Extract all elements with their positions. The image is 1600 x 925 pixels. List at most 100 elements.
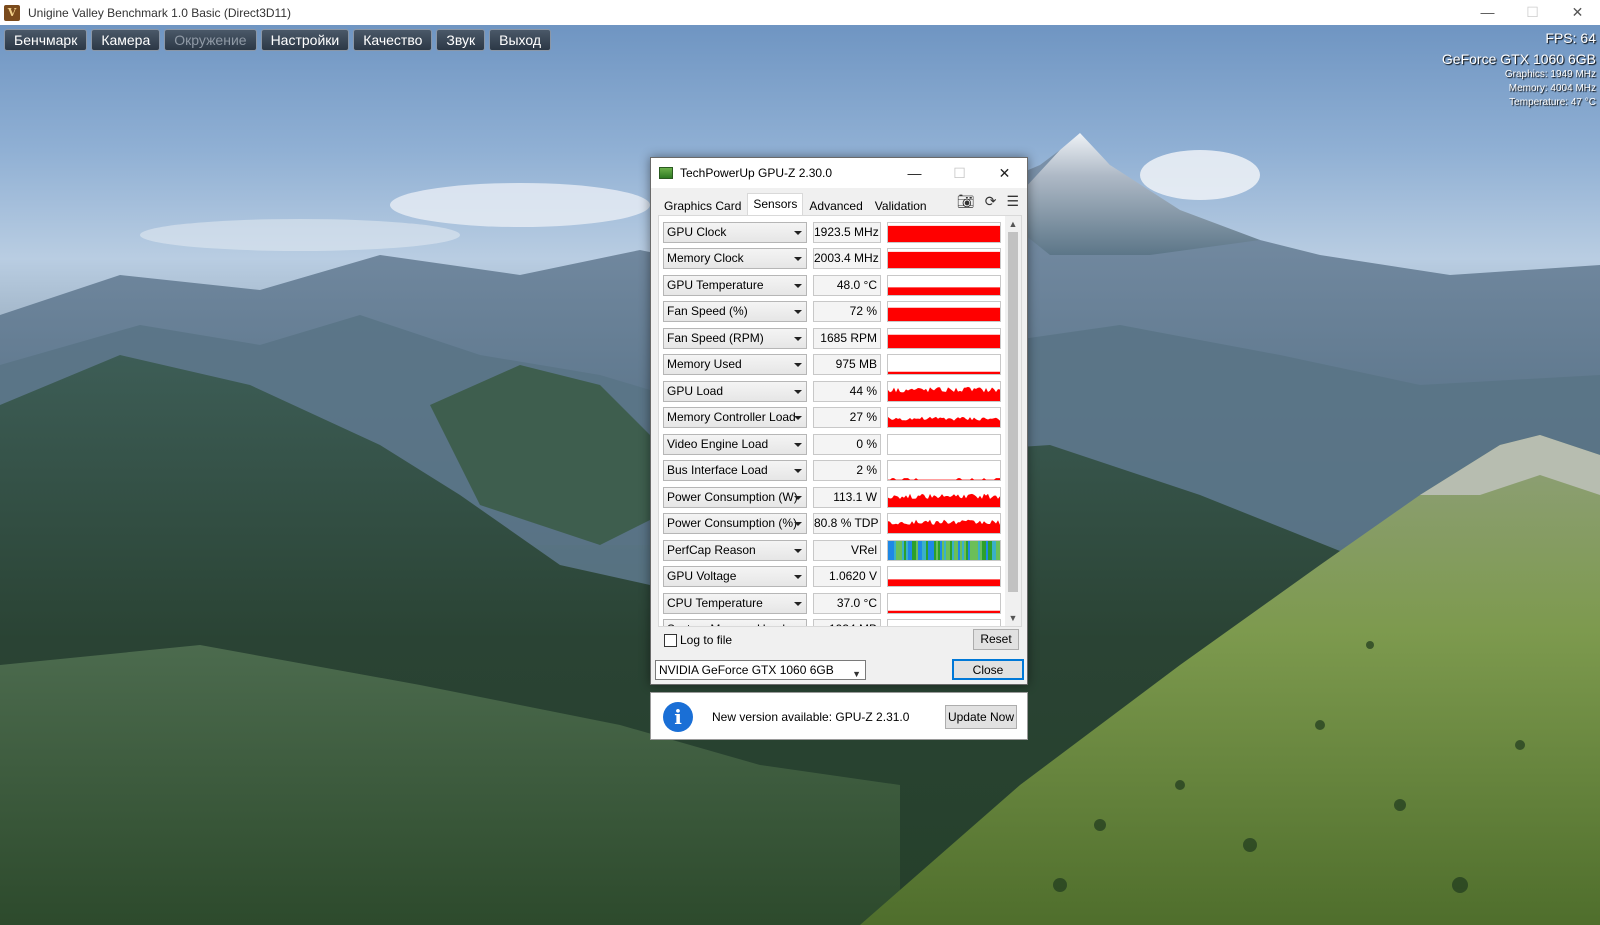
update-now-button[interactable]: Update Now [945, 705, 1017, 729]
perfcap-bar [898, 540, 900, 560]
tab-graphics-card[interactable]: Graphics Card [658, 196, 747, 215]
sensor-graph-plot [888, 252, 1000, 269]
sensor-name-select[interactable]: PerfCap Reason [663, 539, 807, 561]
sensor-graph-plot [888, 287, 1000, 295]
menu-benchmark-button[interactable]: Бенчмарк [4, 29, 88, 51]
scroll-thumb[interactable] [1008, 232, 1018, 592]
reset-button[interactable]: Reset [973, 629, 1019, 650]
perfcap-bar [970, 540, 972, 560]
sensor-name-select[interactable]: Power Consumption (W) [663, 486, 807, 508]
minimize-button[interactable]: — [1465, 0, 1510, 25]
gpuz-close-button[interactable]: ✕ [982, 158, 1027, 188]
close-dialog-button[interactable]: Close [952, 659, 1024, 680]
sensor-graph [887, 486, 1001, 508]
sensor-graph [887, 301, 1001, 323]
sensor-value: 1.0620 V [813, 566, 881, 588]
sensor-name-select[interactable]: Memory Used [663, 354, 807, 376]
app-title-bar: V Unigine Valley Benchmark 1.0 Basic (Di… [0, 0, 1600, 25]
perfcap-bar [902, 540, 904, 560]
sensor-name-select[interactable]: GPU Temperature [663, 274, 807, 296]
sensor-graph-area [888, 416, 1000, 428]
sensor-value: 0 % [813, 433, 881, 455]
sensor-graph [887, 274, 1001, 296]
perfcap-bar [934, 540, 936, 560]
perfcap-bar [892, 540, 894, 560]
sensor-name-select[interactable]: Memory Controller Load [663, 407, 807, 429]
device-select-value: NVIDIA GeForce GTX 1060 6GB [659, 663, 834, 677]
app-window-title: Unigine Valley Benchmark 1.0 Basic (Dire… [28, 5, 291, 20]
sensor-value: 1934 MB [813, 619, 881, 626]
refresh-icon[interactable]: ⟳ [985, 193, 997, 210]
sensor-name-select[interactable]: Memory Clock [663, 248, 807, 270]
sensor-row: Fan Speed (%) 72 % [663, 299, 1001, 326]
sensor-graph [887, 433, 1001, 455]
menu-settings-button[interactable]: Настройки [260, 29, 350, 51]
perfcap-bar [906, 540, 908, 560]
perfcap-bar [940, 540, 942, 560]
menu-exit-button[interactable]: Выход [489, 29, 552, 51]
sensor-name-select[interactable]: Fan Speed (RPM) [663, 327, 807, 349]
sensor-graph-plot [888, 610, 1000, 613]
sensor-name-select[interactable]: GPU Voltage [663, 566, 807, 588]
menu-environment-button: Окружение [164, 29, 257, 51]
sensor-name: Power Consumption (%) [667, 516, 798, 531]
sensor-name: GPU Clock [667, 224, 727, 239]
sensor-name-select[interactable]: GPU Load [663, 380, 807, 402]
perfcap-bar [924, 540, 926, 560]
dropdown-arrow-icon [794, 601, 802, 606]
menu-camera-button[interactable]: Камера [91, 29, 161, 51]
sensor-row: System Memory Used 1934 MB [663, 617, 1001, 626]
scroll-down-icon[interactable]: ▼ [1005, 610, 1021, 626]
sensor-graph-area [888, 520, 1000, 534]
tab-sensors[interactable]: Sensors [747, 193, 804, 215]
perfcap-bar [952, 540, 954, 560]
update-notification: i New version available: GPU-Z 2.31.0 Up… [650, 692, 1028, 740]
dropdown-arrow-icon [794, 416, 802, 421]
menu-icon[interactable]: ☰ [1006, 193, 1019, 210]
perfcap-bar [982, 540, 984, 560]
scroll-up-icon[interactable]: ▲ [1005, 216, 1021, 232]
sensor-value: 2003.4 MHz [813, 248, 881, 270]
sensor-graph-plot [888, 386, 1000, 401]
perfcap-bar [956, 540, 958, 560]
sensor-name-select[interactable]: System Memory Used [663, 619, 807, 626]
device-select[interactable]: NVIDIA GeForce GTX 1060 6GB ▼ [655, 660, 866, 680]
perfcap-bar [998, 540, 1000, 560]
sensor-graph-area [888, 493, 1000, 507]
sensor-row: Fan Speed (RPM) 1685 RPM [663, 325, 1001, 352]
sensor-name-select[interactable]: Bus Interface Load [663, 460, 807, 482]
sensor-graph-area [888, 478, 1000, 481]
sensor-name-select[interactable]: Video Engine Load [663, 433, 807, 455]
sensor-name-select[interactable]: Power Consumption (%) [663, 513, 807, 535]
sensor-graph-area [888, 287, 1000, 295]
log-to-file-checkbox[interactable] [664, 633, 677, 647]
gpuz-minimize-button[interactable]: — [892, 158, 937, 188]
camera-icon[interactable]: 📷︎ [957, 193, 975, 210]
perfcap-bar [888, 540, 890, 560]
sensor-name-select[interactable]: Fan Speed (%) [663, 301, 807, 323]
valley-logo-icon: V [4, 4, 20, 21]
perfcap-bar [974, 540, 976, 560]
sensor-graph-plot [888, 225, 1000, 242]
sensor-graph [887, 513, 1001, 535]
menu-sound-button[interactable]: Звук [436, 29, 486, 51]
memory-clock-readout: Memory: 4004 MHz [1508, 83, 1596, 94]
sensor-graph [887, 380, 1001, 402]
perfcap-bar [912, 540, 914, 560]
sensor-name-select[interactable]: GPU Clock [663, 221, 807, 243]
dropdown-arrow-icon [794, 389, 802, 394]
sensor-scrollbar[interactable]: ▲ ▼ [1005, 216, 1021, 626]
perfcap-bar [932, 540, 934, 560]
menu-quality-button[interactable]: Качество [353, 29, 433, 51]
sensor-name-select[interactable]: CPU Temperature [663, 592, 807, 614]
sensor-name: Fan Speed (%) [667, 304, 748, 319]
tab-validation[interactable]: Validation [869, 196, 933, 215]
tab-advanced[interactable]: Advanced [803, 196, 868, 215]
perfcap-bar [944, 540, 946, 560]
sensor-name: GPU Voltage [667, 569, 737, 584]
perfcap-bar [996, 540, 998, 560]
dropdown-arrow-icon [794, 336, 802, 341]
close-button[interactable]: ✕ [1555, 0, 1600, 25]
sensor-graph-area [888, 334, 1000, 348]
sensor-row: GPU Load 44 % [663, 378, 1001, 405]
